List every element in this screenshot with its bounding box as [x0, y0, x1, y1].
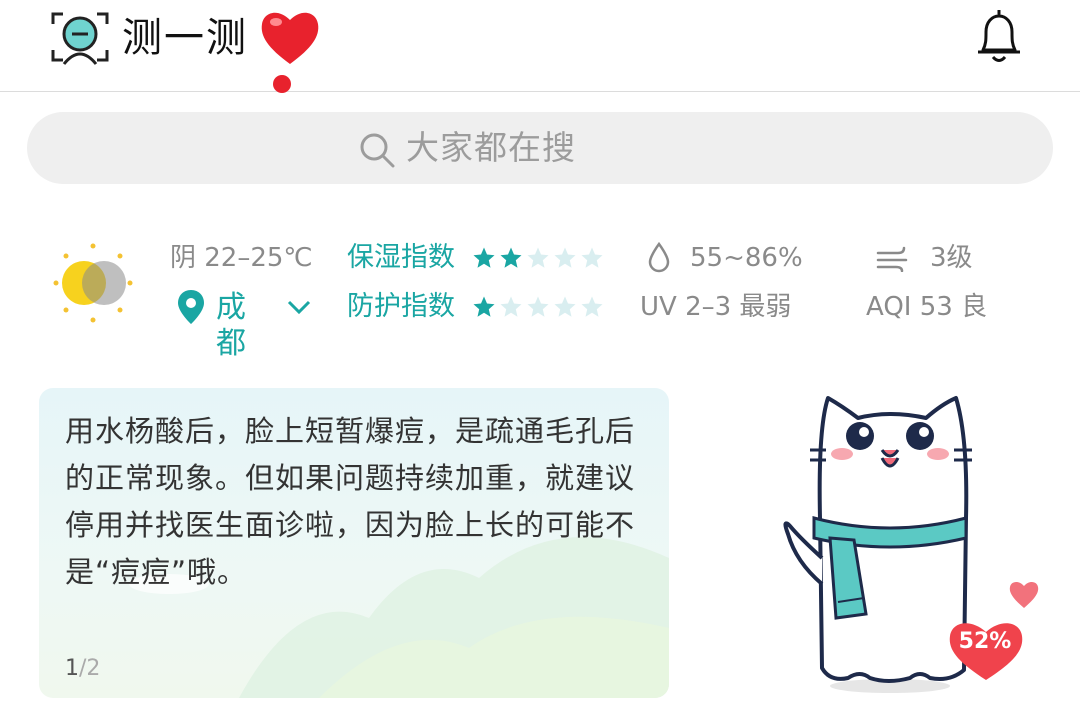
top-bar: 测一测: [0, 0, 1080, 93]
weather-condition-temp: 阴 22–25℃: [170, 243, 313, 273]
star-empty-icon: [554, 296, 576, 317]
star-filled-icon: [500, 247, 522, 268]
face-scan-icon[interactable]: [50, 10, 110, 66]
wind-icon: [876, 246, 908, 272]
chevron-down-icon: [287, 300, 311, 315]
heart-exclamation-icon: [261, 12, 319, 93]
city-name: 成都: [216, 290, 246, 361]
star-filled-icon: [473, 247, 495, 268]
search-icon: [360, 133, 395, 168]
star-empty-icon: [527, 296, 549, 317]
star-empty-icon: [527, 247, 549, 268]
wind-level: 3级: [930, 243, 973, 273]
star-filled-icon: [473, 296, 495, 317]
app-title: 测一测: [122, 15, 248, 61]
mood-percent: 52%: [958, 629, 1012, 654]
skincare-tip-card[interactable]: 用水杨酸后，脸上短暂爆痘，是疏通毛孔后的正常现象。但如果问题持续加重，就建议停用…: [39, 388, 669, 698]
sun-cloud-icon: [53, 243, 133, 323]
star-empty-icon: [581, 296, 603, 317]
tip-text: 用水杨酸后，脸上短暂爆痘，是疏通毛孔后的正常现象。但如果问题持续加重，就建议停用…: [65, 414, 636, 589]
moisture-index-rating: [472, 243, 604, 273]
humidity-value: 55~86%: [690, 243, 803, 273]
protection-index-label: 防护指数: [347, 291, 455, 322]
humidity-drop-icon: [648, 241, 670, 273]
protection-index-rating: [472, 292, 604, 322]
location-pin-icon: [178, 290, 204, 324]
star-empty-icon: [500, 296, 522, 317]
pager-current: 1: [65, 656, 79, 681]
tip-pager: 1/2: [65, 654, 100, 684]
moisture-index-label: 保湿指数: [347, 242, 455, 273]
star-empty-icon: [554, 247, 576, 268]
bell-icon[interactable]: [972, 6, 1026, 66]
search-placeholder: 大家都在搜: [406, 128, 576, 167]
small-heart-icon: [1009, 581, 1039, 608]
pager-total: /2: [79, 656, 101, 681]
uv-value: UV 2–3 最弱: [640, 292, 792, 322]
star-empty-icon: [581, 247, 603, 268]
aqi-value: AQI 53 良: [866, 292, 988, 322]
